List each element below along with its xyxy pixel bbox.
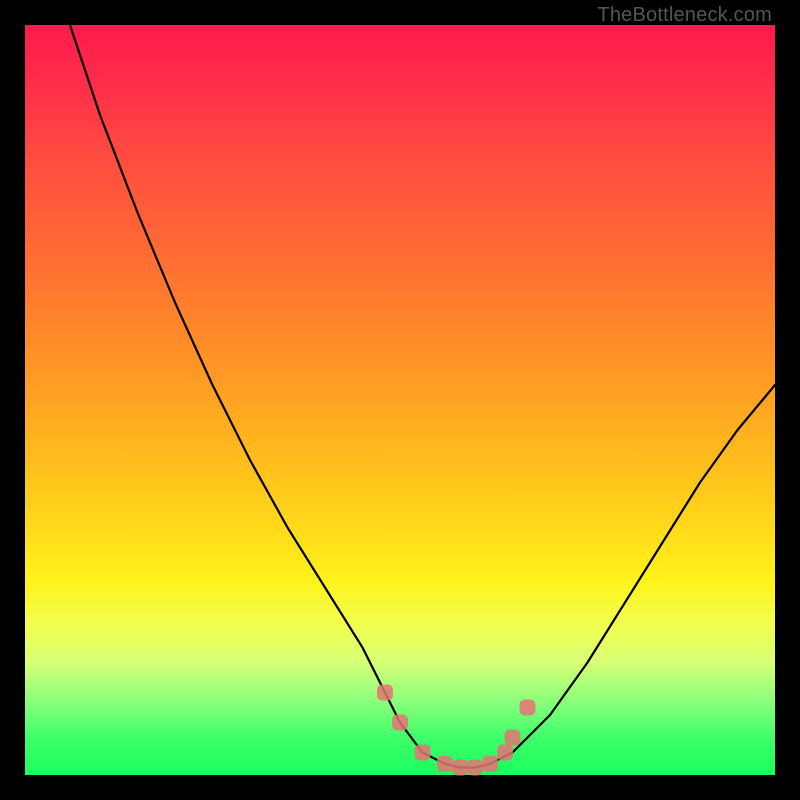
marker-point	[505, 730, 521, 746]
marker-point	[392, 715, 408, 731]
marker-point	[520, 700, 536, 716]
marker-point	[377, 685, 393, 701]
highlight-markers	[377, 685, 536, 776]
marker-point	[415, 745, 431, 761]
curve-layer	[25, 25, 775, 775]
marker-point	[452, 760, 468, 776]
bottleneck-curve	[70, 25, 775, 768]
watermark-text: TheBottleneck.com	[597, 4, 772, 27]
marker-point	[482, 756, 498, 772]
marker-point	[467, 760, 483, 776]
chart-frame: TheBottleneck.com	[0, 0, 800, 800]
marker-point	[497, 745, 513, 761]
marker-point	[437, 756, 453, 772]
plot-area	[25, 25, 775, 775]
